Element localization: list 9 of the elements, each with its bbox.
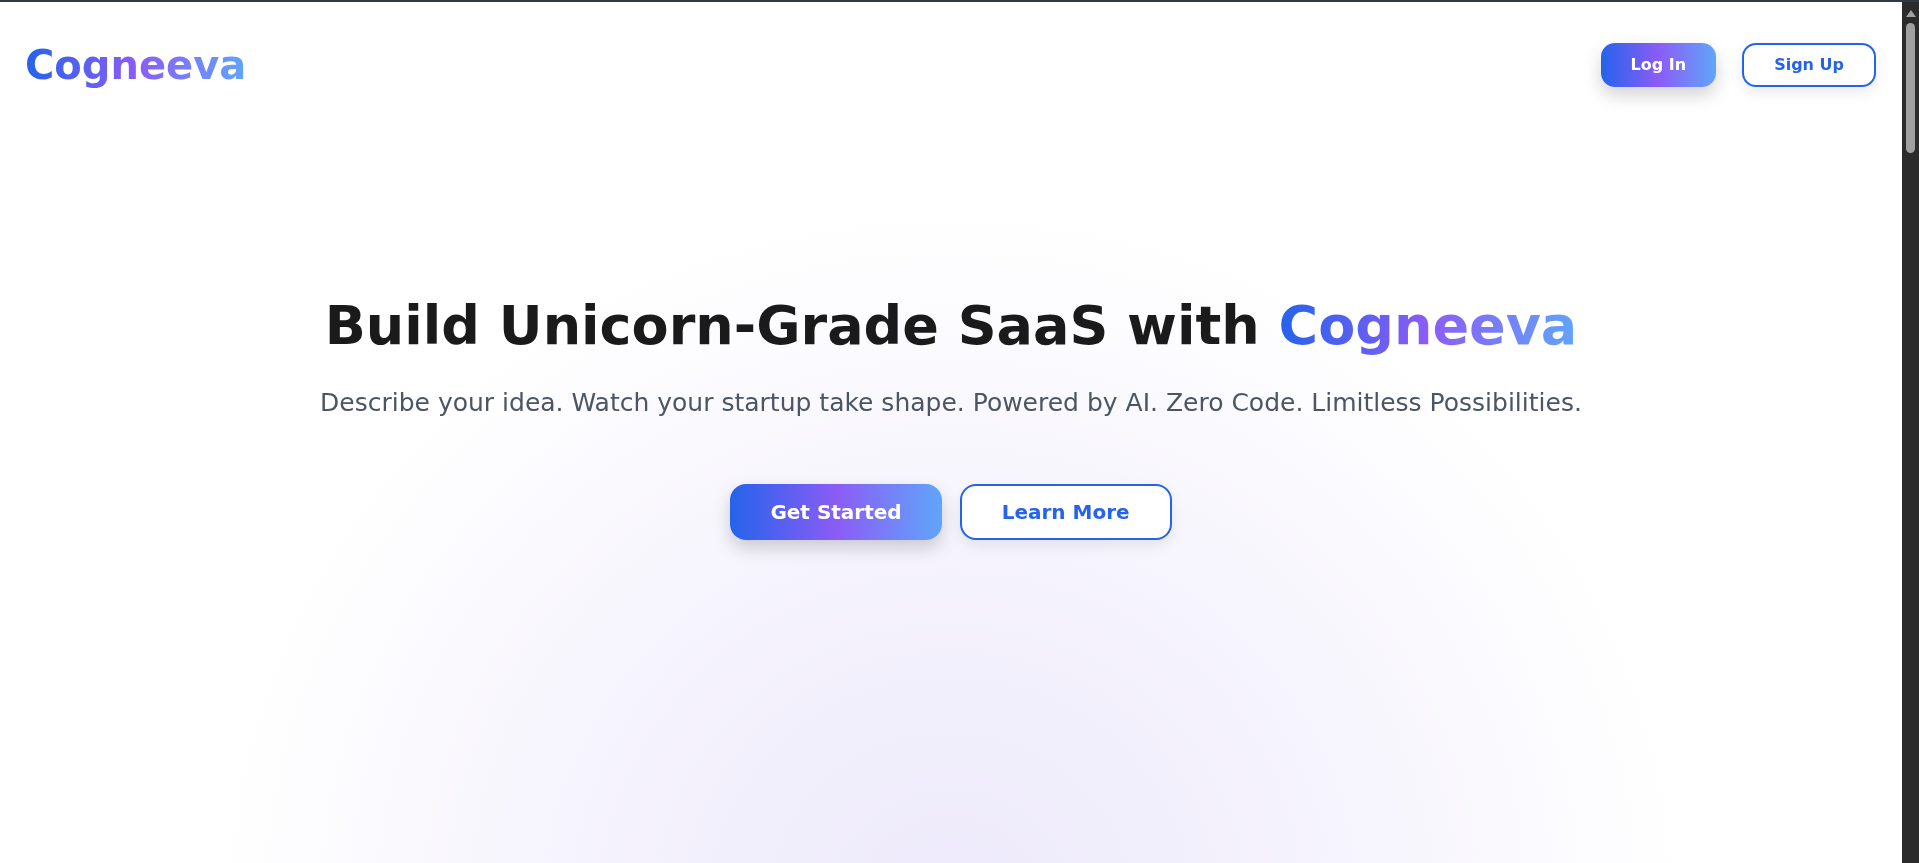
- scroll-up-icon[interactable]: [1905, 10, 1916, 17]
- scrollbar[interactable]: [1902, 0, 1919, 863]
- scrollbar-thumb[interactable]: [1906, 23, 1915, 153]
- hero-heading: Build Unicorn-Grade SaaS with Cogneeva: [324, 293, 1578, 359]
- hero-button[interactable]: Learn More: [959, 483, 1172, 540]
- header-button[interactable]: Sign Up: [1742, 43, 1876, 87]
- hero-subtitle: Describe your idea. Watch your startup take shape. Powered by AI. Zero Code. Limitless Possibilities.: [320, 387, 1582, 419]
- hero-button[interactable]: Get Started: [730, 483, 942, 540]
- header-button[interactable]: Log In: [1600, 43, 1717, 87]
